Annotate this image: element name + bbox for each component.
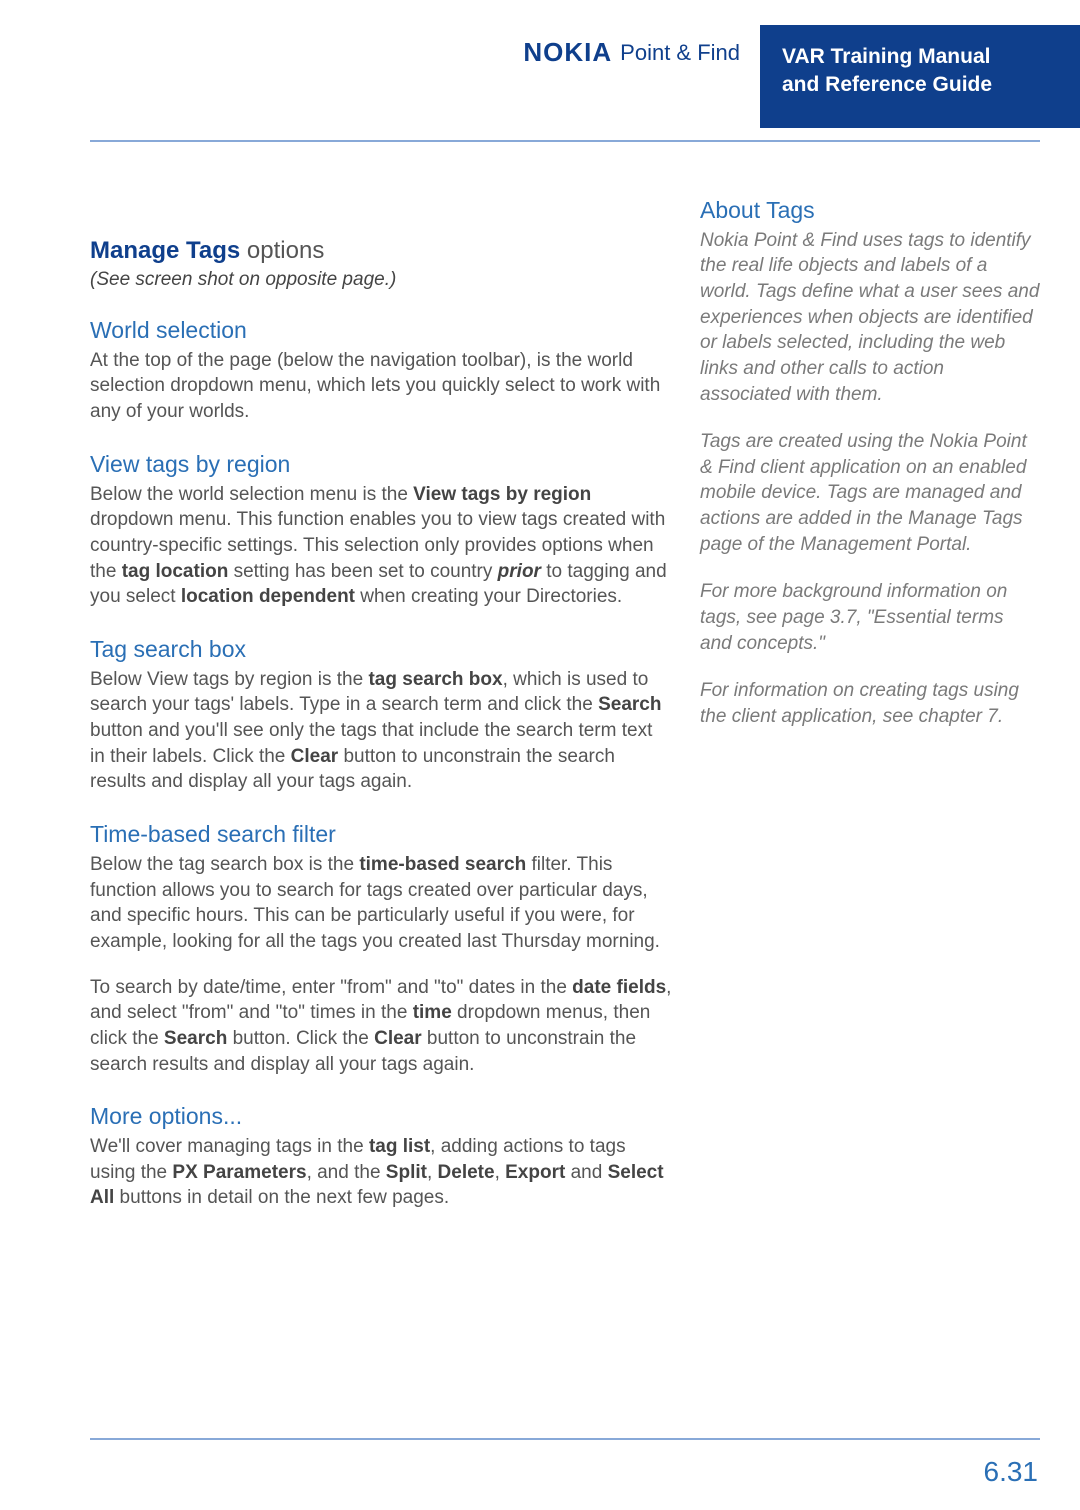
main-column: Manage Tags options (See screen shot on … [90,197,672,1211]
logo-brand: NOKIA [523,37,612,68]
bold: time-based search [359,854,526,875]
text: , [495,1162,506,1183]
page-header: NOKIA Point & Find VAR Training Manual a… [0,0,1080,128]
about-tags-p2: Tags are created using the Nokia Point &… [700,429,1040,557]
time-filter-body-1: Below the tag search box is the time-bas… [90,852,672,955]
text: To search by date/time, enter "from" and… [90,977,572,998]
bold: tag list [369,1136,430,1157]
view-tags-heading: View tags by region [90,451,672,478]
time-filter-heading: Time-based search filter [90,821,672,848]
about-tags-heading: About Tags [700,197,1040,224]
manage-tags-bold: Manage Tags [90,237,240,264]
italic-bold: prior [498,561,541,582]
bold: tag search box [368,669,502,690]
bold: Clear [291,746,339,767]
text: and [565,1162,607,1183]
badge-line-1: VAR Training Manual [782,43,1058,71]
bold: Split [386,1162,427,1183]
bold: Export [505,1162,565,1183]
text: buttons in detail on the next few pages. [114,1187,449,1208]
more-options-body: We'll cover managing tags in the tag lis… [90,1134,672,1211]
text: Below the tag search box is the [90,854,359,875]
manage-tags-suffix: options [240,237,324,264]
screenshot-note: (See screen shot on opposite page.) [90,269,672,291]
text: Below View tags by region is the [90,669,368,690]
bold: View tags by region [413,484,591,505]
sidebar-column: About Tags Nokia Point & Find uses tags … [700,197,1040,1211]
view-tags-body: Below the world selection menu is the Vi… [90,482,672,610]
content-area: Manage Tags options (See screen shot on … [0,142,1080,1211]
about-tags-p1: Nokia Point & Find uses tags to identify… [700,228,1040,407]
bold: PX Parameters [172,1162,306,1183]
about-tags-p3: For more background information on tags,… [700,579,1040,656]
about-tags-p4: For information on creating tags using t… [700,678,1040,729]
bold: Delete [438,1162,495,1183]
bold: time [413,1002,452,1023]
bold: Search [164,1028,227,1049]
logo-area: NOKIA Point & Find [523,25,740,68]
tag-search-body: Below View tags by region is the tag sea… [90,667,672,795]
manual-badge: VAR Training Manual and Reference Guide [760,25,1080,128]
text: button. Click the [227,1028,374,1049]
manage-tags-heading: Manage Tags options [90,237,672,265]
bold: Search [598,694,661,715]
text: , [427,1162,438,1183]
logo-product: Point & Find [620,40,740,66]
bold: date fields [572,977,666,998]
bold: Clear [374,1028,422,1049]
page-number: 6.31 [984,1456,1039,1488]
time-filter-body-2: To search by date/time, enter "from" and… [90,975,672,1078]
text: We'll cover managing tags in the [90,1136,369,1157]
world-selection-body: At the top of the page (below the naviga… [90,348,672,425]
text: Below the world selection menu is the [90,484,413,505]
text: setting has been set to country [228,561,497,582]
tag-search-heading: Tag search box [90,636,672,663]
bold: tag location [122,561,229,582]
text: when creating your Directories. [355,586,622,607]
bottom-divider [90,1438,1040,1440]
world-selection-heading: World selection [90,317,672,344]
badge-line-2: and Reference Guide [782,71,1058,99]
text: , and the [307,1162,386,1183]
more-options-heading: More options... [90,1103,672,1130]
bold: location dependent [181,586,355,607]
